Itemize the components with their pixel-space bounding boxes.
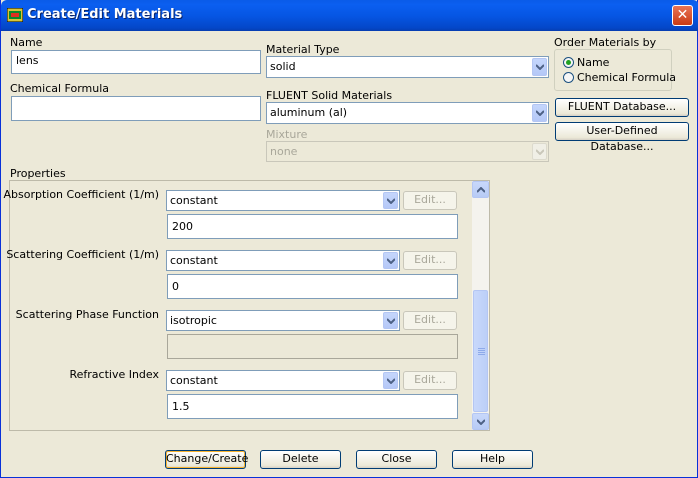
fluent-database-button[interactable]: FLUENT Database... xyxy=(555,98,689,117)
order-by-name-radio[interactable] xyxy=(563,57,574,68)
change-create-button[interactable]: Change/Create xyxy=(165,450,248,469)
delete-button[interactable]: Delete xyxy=(260,450,341,469)
scattering-phase-function-label: Scattering Phase Function xyxy=(15,308,159,321)
radio-selected-dot xyxy=(566,60,571,65)
absorption-method-value: constant xyxy=(170,194,218,207)
window-title: Create/Edit Materials xyxy=(27,7,183,22)
fluent-app-icon xyxy=(7,8,23,22)
chemical-formula-label: Chemical Formula xyxy=(10,82,110,95)
chevron-down-icon xyxy=(532,143,547,160)
grip-line xyxy=(478,350,485,351)
name-input[interactable]: lens xyxy=(11,50,261,74)
order-by-formula-label[interactable]: Chemical Formula xyxy=(577,71,676,84)
absorption-edit-button: Edit... xyxy=(403,191,457,210)
material-type-label: Material Type xyxy=(266,43,340,56)
mixture-select: none xyxy=(266,141,549,162)
scattering-coefficient-label: Scattering Coefficient (1/m) xyxy=(6,248,159,261)
user-defined-database-button[interactable]: User-Defined Database... xyxy=(555,122,689,153)
solid-materials-select[interactable]: aluminum (al) xyxy=(266,102,549,124)
close-icon: ✕ xyxy=(676,7,689,23)
chevron-down-icon[interactable] xyxy=(383,312,398,329)
chevron-down-icon[interactable] xyxy=(532,104,547,122)
materials-dialog: Create/Edit Materials ✕ Name lens Chemic… xyxy=(0,0,698,478)
scroll-thumb[interactable] xyxy=(473,290,488,412)
chevron-down-icon[interactable] xyxy=(383,192,398,209)
solid-materials-label: FLUENT Solid Materials xyxy=(266,89,393,102)
absorption-method-select[interactable]: constant xyxy=(166,190,400,211)
order-by-label: Order Materials by xyxy=(554,36,657,49)
refractive-value-input[interactable]: 1.5 xyxy=(167,394,458,419)
refractive-index-label: Refractive Index xyxy=(69,368,159,381)
scattering-method-value: constant xyxy=(170,254,218,267)
solid-materials-value: aluminum (al) xyxy=(270,106,348,119)
order-by-group xyxy=(554,49,672,91)
chevron-down-icon[interactable] xyxy=(532,58,547,76)
title-bar[interactable]: Create/Edit Materials ✕ xyxy=(1,0,698,31)
name-label: Name xyxy=(10,36,43,49)
grip-line xyxy=(478,354,485,355)
mixture-value: none xyxy=(270,145,298,158)
close-window-button[interactable]: ✕ xyxy=(672,5,693,26)
refractive-edit-button: Edit... xyxy=(403,371,457,390)
properties-label: Properties xyxy=(10,167,66,180)
refractive-method-select[interactable]: constant xyxy=(166,370,400,391)
close-button[interactable]: Close xyxy=(356,450,437,469)
order-by-name-label[interactable]: Name xyxy=(577,56,609,69)
chevron-up-icon xyxy=(477,187,485,193)
scattering-value-input[interactable]: 0 xyxy=(167,274,458,299)
material-type-value: solid xyxy=(270,60,296,73)
material-type-select[interactable]: solid xyxy=(266,56,549,78)
mixture-label: Mixture xyxy=(266,128,308,141)
scroll-up-button[interactable] xyxy=(472,181,489,198)
chevron-down-icon[interactable] xyxy=(383,372,398,389)
grip-line xyxy=(478,352,485,353)
scattering-method-select[interactable]: constant xyxy=(166,250,400,271)
grip-line xyxy=(478,348,485,349)
chemical-formula-input[interactable] xyxy=(11,96,261,121)
absorption-value-input[interactable]: 200 xyxy=(167,214,458,239)
absorption-coefficient-label: Absorption Coefficient (1/m) xyxy=(3,188,159,201)
phase-function-method-select[interactable]: isotropic xyxy=(166,310,400,331)
refractive-method-value: constant xyxy=(170,374,218,387)
phase-function-edit-button: Edit... xyxy=(403,311,457,330)
properties-scrollbar[interactable] xyxy=(472,181,489,430)
scattering-edit-button: Edit... xyxy=(403,251,457,270)
chevron-down-icon[interactable] xyxy=(383,252,398,269)
phase-function-value-input xyxy=(167,334,458,359)
order-by-formula-radio[interactable] xyxy=(563,72,574,83)
chevron-down-icon xyxy=(477,419,485,425)
phase-function-method-value: isotropic xyxy=(170,314,217,327)
help-button[interactable]: Help xyxy=(452,450,533,469)
scroll-down-button[interactable] xyxy=(472,413,489,430)
